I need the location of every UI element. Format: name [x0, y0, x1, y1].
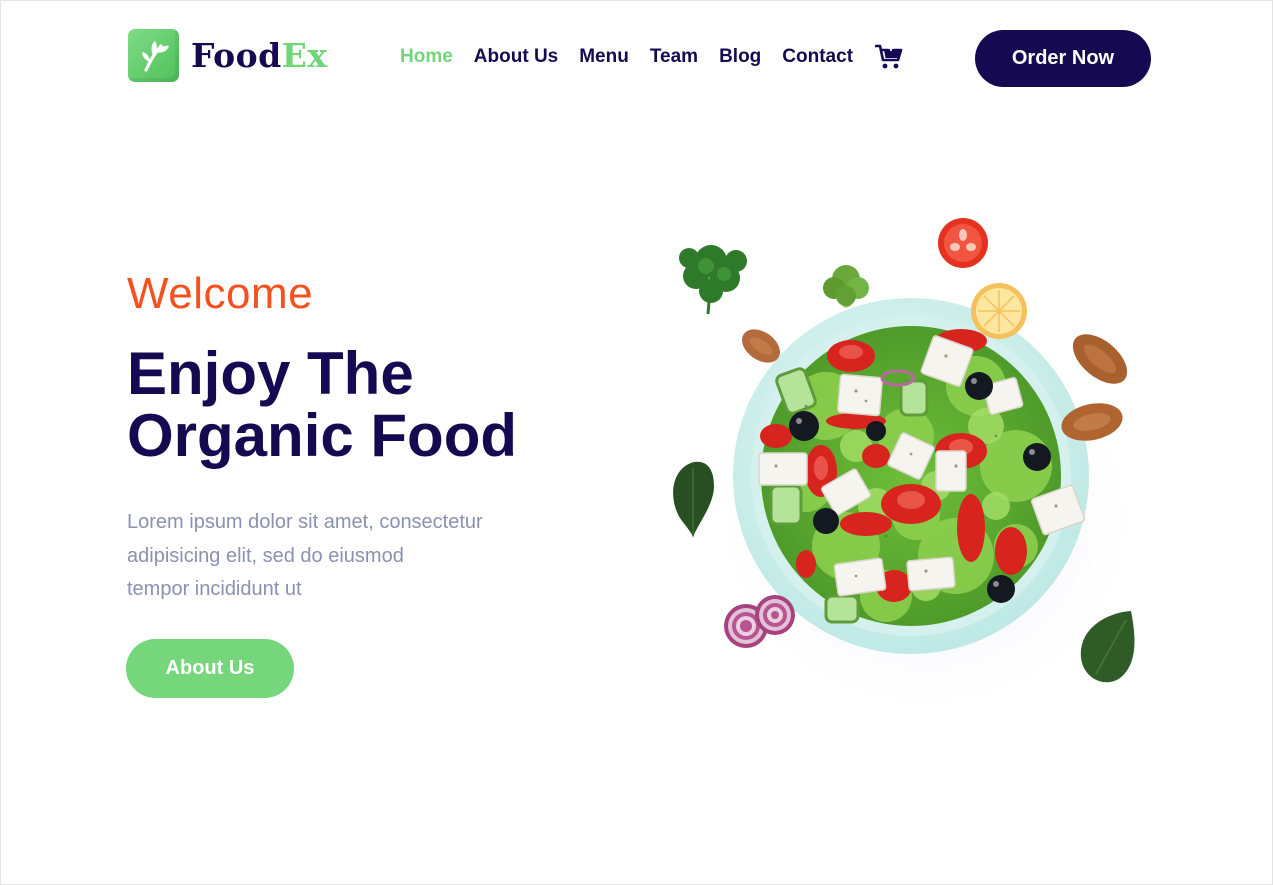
hero-description-line-1: Lorem ipsum dolor sit amet, consectetur [127, 511, 483, 533]
main-nav: Home About Us Menu Team Blog Contact [400, 43, 904, 71]
logo-text-food: Food [191, 36, 282, 75]
hero-eyebrow: Welcome [127, 269, 314, 318]
landing-page: FoodEx Home About Us Menu Team Blog Cont… [0, 0, 1273, 885]
logo-text: FoodEx [191, 39, 328, 72]
logo[interactable]: FoodEx [128, 29, 328, 82]
cart-icon[interactable] [874, 43, 904, 71]
nav-link-blog[interactable]: Blog [719, 43, 761, 71]
hero-description-line-2: adipisicing elit, sed do eiusmod [127, 544, 404, 567]
about-us-button[interactable]: About Us [126, 639, 294, 698]
nav-link-about-us[interactable]: About Us [474, 43, 558, 71]
nav-link-home[interactable]: Home [400, 43, 453, 71]
nav-link-contact[interactable]: Contact [782, 43, 853, 71]
salad-bowl-image [656, 206, 1156, 726]
hero-title-line-1: Enjoy The [127, 340, 414, 407]
hero-description-line-3: tempor incididunt ut [127, 578, 302, 600]
nav-link-team[interactable]: Team [650, 43, 698, 71]
hero-description: Lorem ipsum dolor sit amet, consectetur a… [127, 506, 547, 607]
logo-text-ex: Ex [281, 36, 328, 75]
order-now-button[interactable]: Order Now [975, 30, 1151, 87]
leaf-icon [128, 29, 179, 82]
nav-link-menu[interactable]: Menu [579, 43, 629, 71]
hero-title-line-2: Organic Food [127, 402, 517, 469]
hero-title: Enjoy The Organic Food [127, 343, 597, 467]
